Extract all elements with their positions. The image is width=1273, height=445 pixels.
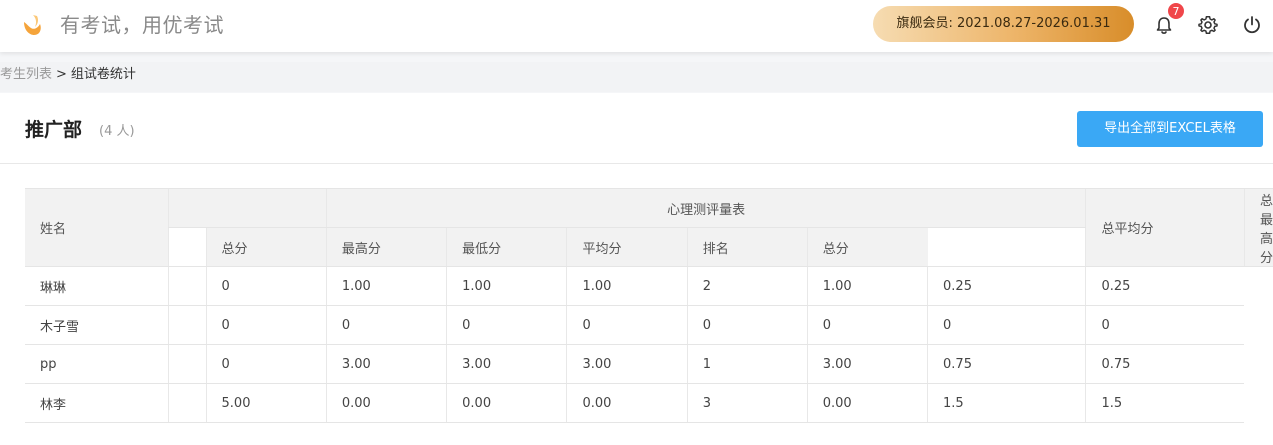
cell-blank [168, 266, 207, 306]
logo-icon[interactable] [20, 12, 44, 38]
breadcrumb-separator: > [56, 67, 67, 82]
cell-total: 5.00 [205, 383, 327, 423]
breadcrumb-current: 组试卷统计 [70, 67, 136, 82]
main-panel: 推广部 (4 人) 导出全部到EXCEL表格 姓名 心理测评量表 总平均分 总最… [0, 93, 1273, 445]
cell-blank [168, 344, 207, 384]
cell-total: 0 [205, 305, 327, 345]
breadcrumb: 考生列表 > 组试卷统计 [0, 66, 136, 84]
cell-score: 1.00 [806, 266, 928, 306]
cell-total-average: 0.75 [927, 344, 1086, 384]
notification-badge: 7 [1167, 2, 1185, 20]
table-row: 琳琳 0 1.00 1.00 1.00 2 1.00 0.25 0.25 [25, 266, 1273, 306]
gear-icon[interactable] [1197, 14, 1219, 36]
cell-rank: 2 [686, 266, 808, 306]
cell-score: 0 [806, 305, 928, 345]
vip-membership-badge[interactable]: 旗舰会员: 2021.08.27-2026.01.31 [873, 6, 1134, 42]
cell-score: 3.00 [806, 344, 928, 384]
cell-total-average: 1.5 [927, 383, 1086, 423]
cell-max: 0 [325, 305, 447, 345]
cell-name: 木子雪 [25, 305, 169, 345]
column-header-name: 姓名 [25, 188, 169, 267]
cell-min: 3.00 [446, 344, 567, 384]
cell-blank [168, 305, 207, 345]
cell-min: 0.00 [446, 383, 567, 423]
cell-name: 琳琳 [25, 266, 169, 306]
panel-header: 推广部 (4 人) 导出全部到EXCEL表格 [0, 93, 1273, 164]
column-group-header: 心理测评量表 [325, 188, 1086, 228]
cell-total: 0 [205, 344, 327, 384]
cell-total-max: 0 [1085, 305, 1245, 345]
breadcrumb-parent-link[interactable]: 考生列表 [0, 67, 52, 82]
cell-rank: 3 [686, 383, 808, 423]
cell-rank: 1 [686, 344, 808, 384]
cell-max: 3.00 [325, 344, 447, 384]
cell-max: 1.00 [325, 266, 447, 306]
member-count: (4 人) [99, 124, 135, 139]
column-header-blank [168, 188, 327, 228]
column-header-total-max: 总最高分 [1243, 188, 1273, 267]
cell-average: 3.00 [566, 344, 688, 384]
cell-name: pp [25, 344, 169, 384]
column-header-total-average: 总平均分 [1085, 188, 1245, 267]
cell-min: 1.00 [446, 266, 567, 306]
table-row: 木子雪 0 0 0 0 0 0 0 0 [25, 305, 1273, 345]
cell-total-max: 0.25 [1085, 266, 1245, 306]
top-bar: 有考试，用优考试 旗舰会员: 2021.08.27-2026.01.31 7 [0, 0, 1273, 52]
cell-average: 1.00 [566, 266, 688, 306]
column-header-rank: 排名 [686, 227, 808, 267]
column-header-min: 最低分 [446, 227, 567, 267]
cell-name: 林李 [25, 383, 169, 423]
score-table: 姓名 心理测评量表 总平均分 总最高分 总分 最高分 最低分 平均分 排名 总分… [25, 188, 1273, 423]
column-header-blank [168, 227, 207, 267]
cell-max: 0.00 [325, 383, 447, 423]
column-header-max: 最高分 [325, 227, 447, 267]
department-title: 推广部 [25, 119, 83, 141]
cell-blank [168, 383, 207, 423]
cell-average: 0 [566, 305, 688, 345]
table-row: pp 0 3.00 3.00 3.00 1 3.00 0.75 0.75 [25, 344, 1273, 384]
cell-rank: 0 [686, 305, 808, 345]
cell-min: 0 [446, 305, 567, 345]
export-excel-button[interactable]: 导出全部到EXCEL表格 [1077, 111, 1263, 147]
cell-average: 0.00 [566, 383, 688, 423]
slogan: 有考试，用优考试 [60, 13, 224, 37]
table-header-row: 姓名 心理测评量表 总平均分 总最高分 [25, 188, 1273, 267]
table-row: 林李 5.00 0.00 0.00 0.00 3 0.00 1.5 1.5 [25, 383, 1273, 423]
column-header-score: 总分 [806, 227, 928, 267]
cell-total-average: 0.25 [927, 266, 1086, 306]
power-icon[interactable] [1241, 14, 1263, 36]
cell-total-average: 0 [927, 305, 1086, 345]
cell-total-max: 1.5 [1085, 383, 1245, 423]
column-header-total: 总分 [205, 227, 327, 267]
breadcrumb-band [0, 62, 1273, 92]
cell-score: 0.00 [806, 383, 928, 423]
cell-total-max: 0.75 [1085, 344, 1245, 384]
column-header-average: 平均分 [566, 227, 688, 267]
cell-total: 0 [205, 266, 327, 306]
